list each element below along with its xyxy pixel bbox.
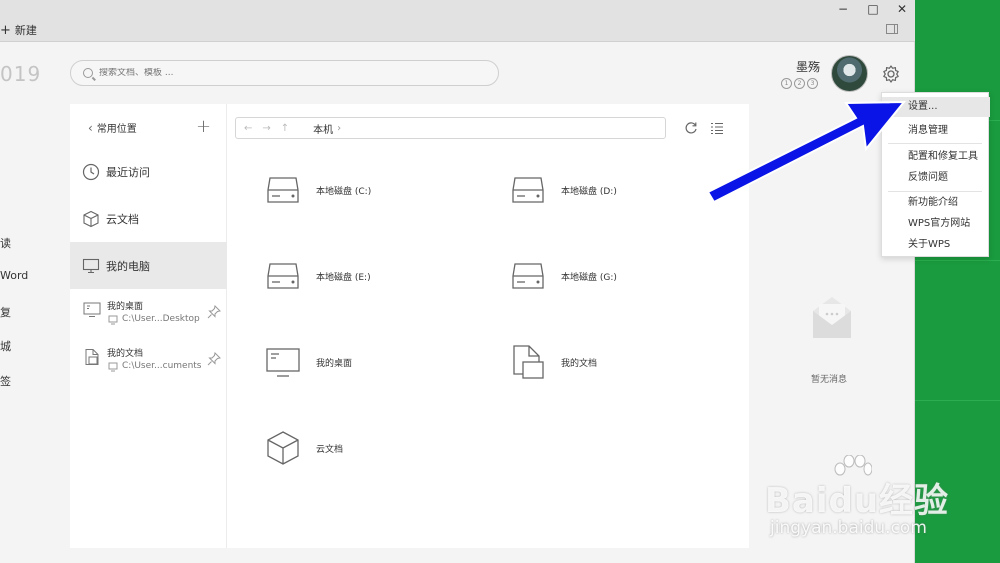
menu-divider: [888, 143, 982, 144]
drive-item[interactable]: 我的文档: [511, 342, 711, 382]
breadcrumb[interactable]: 本机: [313, 121, 333, 136]
sidebar-item-my-computer[interactable]: 我的电脑: [70, 242, 227, 289]
drive-label: 本地磁盘 (G:): [561, 272, 617, 283]
back-arrow-icon[interactable]: ←: [244, 123, 252, 134]
pin-icon[interactable]: [207, 352, 221, 366]
menu-item-official-site[interactable]: WPS官方网站: [882, 214, 990, 234]
user-badges: 1 2 3: [781, 78, 818, 89]
menu-item-message-management[interactable]: 消息管理: [882, 121, 990, 141]
plus-icon: +: [0, 22, 11, 38]
pinned-location-desktop[interactable]: 我的桌面 C:\User...Desktop: [70, 293, 227, 339]
title-bar: + 新建 − □ ✕: [0, 0, 915, 42]
badge-icon: 2: [794, 78, 805, 89]
drive-item[interactable]: 本地磁盘 (G:): [511, 256, 711, 296]
drive-item[interactable]: 本地磁盘 (C:): [266, 170, 466, 210]
pin-icon[interactable]: [207, 305, 221, 319]
sidebar-header-label: 常用位置: [96, 124, 137, 135]
drive-label: 我的文档: [561, 358, 598, 369]
disk-icon: [267, 177, 299, 203]
sidebar-item-label: 云文档: [106, 212, 139, 226]
pinned-path: C:\User...cuments: [122, 361, 202, 371]
baidu-watermark: Baidu经验 jingyan.baidu.com: [760, 455, 960, 545]
cube-icon: [83, 210, 99, 227]
monitor-icon: [82, 258, 100, 273]
clock-icon: [82, 163, 100, 180]
sidebar-item-label: 最近访问: [106, 165, 150, 179]
desktop-icon: [83, 302, 101, 317]
badge-icon: 1: [781, 78, 792, 89]
envelope-icon: [813, 297, 851, 338]
chevron-left-icon: ‹: [88, 120, 93, 135]
settings-menu: 设置... 消息管理 配置和修复工具 反馈问题 新功能介绍 WPS官方网站 关于…: [881, 92, 990, 257]
sidebar-item-cloud[interactable]: 云文档: [70, 195, 227, 242]
new-button[interactable]: + 新建: [0, 22, 37, 38]
menu-item-feedback[interactable]: 反馈问题: [882, 168, 990, 188]
empty-message-text: 暂无消息: [811, 375, 848, 385]
drive-label: 本地磁盘 (D:): [561, 186, 617, 197]
path-bar[interactable]: ← → ↑ 本机 ›: [235, 117, 666, 139]
menu-divider: [888, 191, 982, 192]
watermark-logo: Baidu经验: [765, 481, 950, 521]
left-nav-item[interactable]: 复: [0, 304, 11, 320]
drive-label: 云文档: [316, 444, 344, 455]
drive-item[interactable]: 我的桌面: [266, 342, 466, 382]
monitor-icon: [108, 315, 118, 325]
search-input[interactable]: [99, 68, 479, 78]
up-arrow-icon[interactable]: ↑: [281, 123, 289, 134]
avatar[interactable]: [831, 55, 868, 92]
monitor-icon: [108, 362, 118, 372]
file-browser: ‹ 常用位置 + 最近访问 云文档 我的电脑 我的桌面 C:\User...De…: [70, 104, 749, 548]
maximize-button[interactable]: □: [866, 2, 880, 16]
side-panel-icon[interactable]: [886, 24, 898, 34]
cube-icon: [267, 431, 299, 465]
drive-item[interactable]: 本地磁盘 (D:): [511, 170, 711, 210]
pinned-path: C:\User...Desktop: [122, 314, 200, 324]
new-label: 新建: [14, 24, 37, 37]
forward-arrow-icon[interactable]: →: [262, 123, 270, 134]
menu-item-settings[interactable]: 设置...: [882, 97, 990, 117]
minimize-button[interactable]: −: [836, 2, 850, 16]
left-nav-item[interactable]: Word: [0, 269, 28, 282]
sidebar: ‹ 常用位置 + 最近访问 云文档 我的电脑 我的桌面 C:\User...De…: [70, 104, 227, 548]
search-icon: [83, 68, 93, 78]
drive-item[interactable]: 云文档: [266, 428, 466, 468]
user-name[interactable]: 墨殇: [796, 58, 820, 75]
pinned-title: 我的文档: [107, 349, 144, 359]
menu-item-repair-tools[interactable]: 配置和修复工具: [882, 147, 990, 167]
drive-label: 本地磁盘 (E:): [316, 272, 371, 283]
left-nav-item[interactable]: 签: [0, 373, 11, 389]
pinned-location-documents[interactable]: 我的文档 C:\User...cuments: [70, 340, 227, 386]
left-nav-item[interactable]: 读: [0, 235, 11, 251]
drive-label: 本地磁盘 (C:): [316, 186, 372, 197]
left-nav-item[interactable]: 城: [0, 338, 11, 354]
list-view-icon[interactable]: [710, 121, 724, 135]
sidebar-item-label: 我的电脑: [106, 259, 150, 273]
disk-icon: [512, 177, 544, 203]
document-icon: [513, 345, 544, 379]
sidebar-item-recent[interactable]: 最近访问: [70, 148, 227, 195]
pinned-title: 我的桌面: [107, 302, 144, 312]
badge-icon: 3: [807, 78, 818, 89]
search-box[interactable]: [70, 60, 499, 86]
year-fragment: 019: [0, 62, 42, 86]
chevron-right-icon: ›: [337, 122, 342, 134]
drive-label: 我的桌面: [316, 358, 353, 369]
refresh-icon[interactable]: [684, 121, 698, 135]
desktop-icon: [266, 348, 300, 377]
add-location-button[interactable]: +: [196, 116, 211, 137]
menu-item-about[interactable]: 关于WPS: [882, 235, 990, 255]
disk-icon: [512, 263, 544, 289]
watermark-url: jingyan.baidu.com: [770, 518, 927, 538]
gear-icon[interactable]: [881, 64, 901, 84]
sidebar-header[interactable]: ‹ 常用位置: [88, 120, 137, 136]
close-button[interactable]: ✕: [895, 2, 909, 16]
menu-item-whats-new[interactable]: 新功能介绍: [882, 193, 990, 213]
disk-icon: [267, 263, 299, 289]
drive-item[interactable]: 本地磁盘 (E:): [266, 256, 466, 296]
document-icon: [85, 349, 99, 365]
